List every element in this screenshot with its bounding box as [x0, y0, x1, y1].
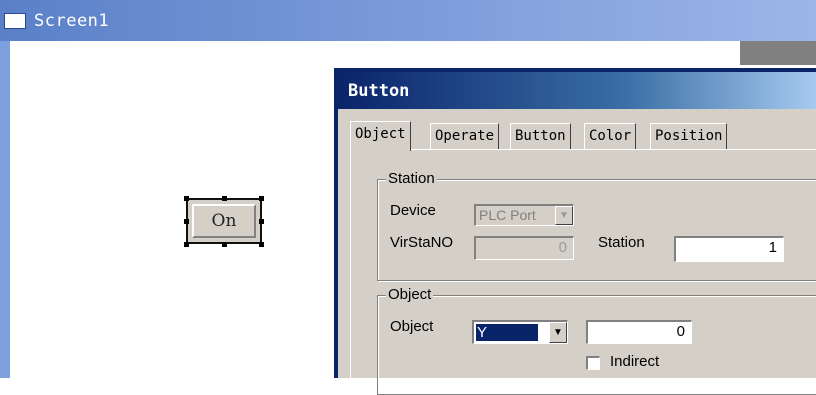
object-type-select[interactable]: Y ▼ — [472, 320, 568, 344]
object-address-field[interactable]: 0 — [586, 320, 692, 344]
object-label: Object — [390, 318, 434, 335]
resize-handle-left[interactable] — [184, 219, 189, 224]
device-label: Device — [390, 202, 436, 219]
device-select-value: PLC Port — [479, 207, 536, 223]
resize-handle-right[interactable] — [259, 219, 264, 224]
virstano-label: VirStaNO — [390, 234, 454, 251]
resize-handle-bottom-left[interactable] — [184, 242, 189, 247]
window-icon — [4, 13, 26, 29]
dialog-titlebar[interactable]: Button — [338, 72, 816, 109]
station-label: Station — [598, 234, 645, 251]
tab-position[interactable]: Position — [650, 123, 728, 149]
resize-handle-top-left[interactable] — [184, 196, 189, 201]
object-group-legend: Object — [386, 286, 434, 303]
canvas-button-label: On — [211, 211, 237, 231]
indirect-checkbox[interactable] — [586, 356, 600, 370]
indirect-label: Indirect — [610, 353, 660, 370]
button-properties-dialog: Button Object Operate Button Color Posit… — [334, 68, 816, 395]
device-select: PLC Port ▼ — [474, 204, 574, 226]
virstano-field: 0 — [474, 236, 574, 260]
resize-handle-bottom-right[interactable] — [259, 242, 264, 247]
station-field[interactable]: 1 — [674, 236, 784, 262]
tab-color[interactable]: Color — [584, 123, 637, 149]
canvas-button-object[interactable]: On — [186, 198, 262, 244]
screen-title: Screen1 — [34, 11, 110, 31]
chevron-down-icon[interactable]: ▼ — [549, 322, 567, 343]
object-type-value: Y — [477, 324, 488, 341]
chevron-down-icon: ▼ — [555, 206, 573, 225]
canvas-scroll-area — [740, 41, 816, 65]
tab-operate[interactable]: Operate — [430, 123, 500, 149]
tab-object[interactable]: Object — [350, 121, 411, 151]
object-tab-panel: Station Device PLC Port ▼ VirStaNO 0 Sta… — [350, 149, 816, 395]
object-group: Object Object Y ▼ 0 Indirect — [377, 286, 816, 395]
station-group-legend: Station — [386, 170, 437, 187]
dialog-title: Button — [348, 81, 410, 101]
screen-titlebar[interactable]: Screen1 — [0, 0, 816, 41]
resize-handle-bottom[interactable] — [222, 242, 227, 247]
resize-handle-top[interactable] — [222, 196, 227, 201]
station-group: Station Device PLC Port ▼ VirStaNO 0 Sta… — [377, 170, 816, 281]
dialog-body: Object Operate Button Color Position Sta… — [338, 109, 816, 395]
resize-handle-top-right[interactable] — [259, 196, 264, 201]
tab-button[interactable]: Button — [510, 123, 571, 149]
